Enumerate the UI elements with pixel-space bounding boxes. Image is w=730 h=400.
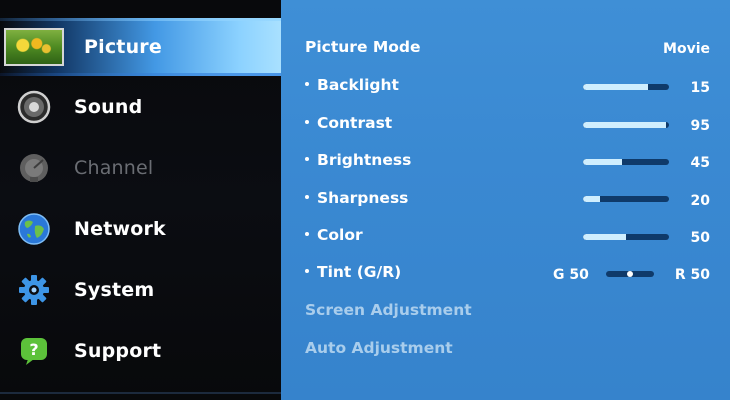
color-value: 50 <box>690 230 710 246</box>
menu-item-channel[interactable]: Channel <box>0 139 282 197</box>
gear-icon <box>14 273 54 307</box>
brightness-slider-fill <box>583 159 622 165</box>
bullet-dot <box>305 194 309 199</box>
menu-bottom-border <box>0 392 282 394</box>
tint-green-value: G 50 <box>553 267 589 283</box>
setting-contrast-label[interactable]: Contrast <box>305 114 392 132</box>
contrast-slider[interactable] <box>583 122 669 128</box>
tv-settings-screen: Picture Sound Channel Network System ? S… <box>0 0 730 400</box>
picture-thumbnail-icon <box>4 28 64 66</box>
screen-adjustment-item[interactable]: Screen Adjustment <box>305 301 472 319</box>
brightness-slider[interactable] <box>583 159 669 165</box>
bullet-dot <box>305 119 309 124</box>
setting-backlight-label[interactable]: Backlight <box>305 76 399 94</box>
bullet-dot <box>305 268 309 273</box>
setting-sharpness-label[interactable]: Sharpness <box>305 189 408 207</box>
contrast-slider-fill <box>583 122 667 128</box>
picture-settings-panel: Picture Mode Movie Backlight 15 Contrast… <box>281 0 730 400</box>
sharpness-slider-fill <box>583 196 601 202</box>
sharpness-value: 20 <box>690 193 710 209</box>
tint-slider[interactable] <box>606 271 654 277</box>
bullet-dot <box>305 81 309 86</box>
menu-item-sound[interactable]: Sound <box>0 78 282 136</box>
picture-mode-value: Movie <box>663 41 710 57</box>
setting-tint-label[interactable]: Tint (G/R) <box>305 263 401 281</box>
backlight-slider-fill <box>583 84 648 90</box>
menu-item-support[interactable]: ? Support <box>0 322 282 380</box>
menu-label-system: System <box>74 279 155 301</box>
bullet-dot <box>305 231 309 236</box>
satellite-dish-icon <box>14 151 54 185</box>
menu-label-network: Network <box>74 218 166 240</box>
bullet-dot <box>305 156 309 161</box>
brightness-value: 45 <box>690 155 710 171</box>
sharpness-slider[interactable] <box>583 196 669 202</box>
tint-red-value: R 50 <box>674 267 710 283</box>
menu-item-system[interactable]: System <box>0 261 282 319</box>
menu-label-picture: Picture <box>84 36 162 58</box>
setting-color-label[interactable]: Color <box>305 226 363 244</box>
picture-mode-label[interactable]: Picture Mode <box>305 38 421 56</box>
menu-label-sound: Sound <box>74 96 143 118</box>
backlight-slider[interactable] <box>583 84 669 90</box>
color-slider[interactable] <box>583 234 669 240</box>
setting-brightness-label[interactable]: Brightness <box>305 151 411 169</box>
svg-text:?: ? <box>29 340 38 359</box>
speaker-icon <box>14 90 54 124</box>
menu-label-support: Support <box>74 340 162 362</box>
menu-item-network[interactable]: Network <box>0 200 282 258</box>
contrast-value: 95 <box>690 118 710 134</box>
color-slider-fill <box>583 234 626 240</box>
backlight-value: 15 <box>690 80 710 96</box>
tint-slider-knob[interactable] <box>627 271 633 277</box>
globe-icon <box>14 212 54 246</box>
auto-adjustment-item[interactable]: Auto Adjustment <box>305 339 453 357</box>
menu-item-picture[interactable]: Picture <box>0 18 282 76</box>
main-menu: Picture Sound Channel Network System ? S… <box>0 0 282 400</box>
help-bubble-icon: ? <box>14 334 54 368</box>
menu-label-channel: Channel <box>74 157 154 179</box>
